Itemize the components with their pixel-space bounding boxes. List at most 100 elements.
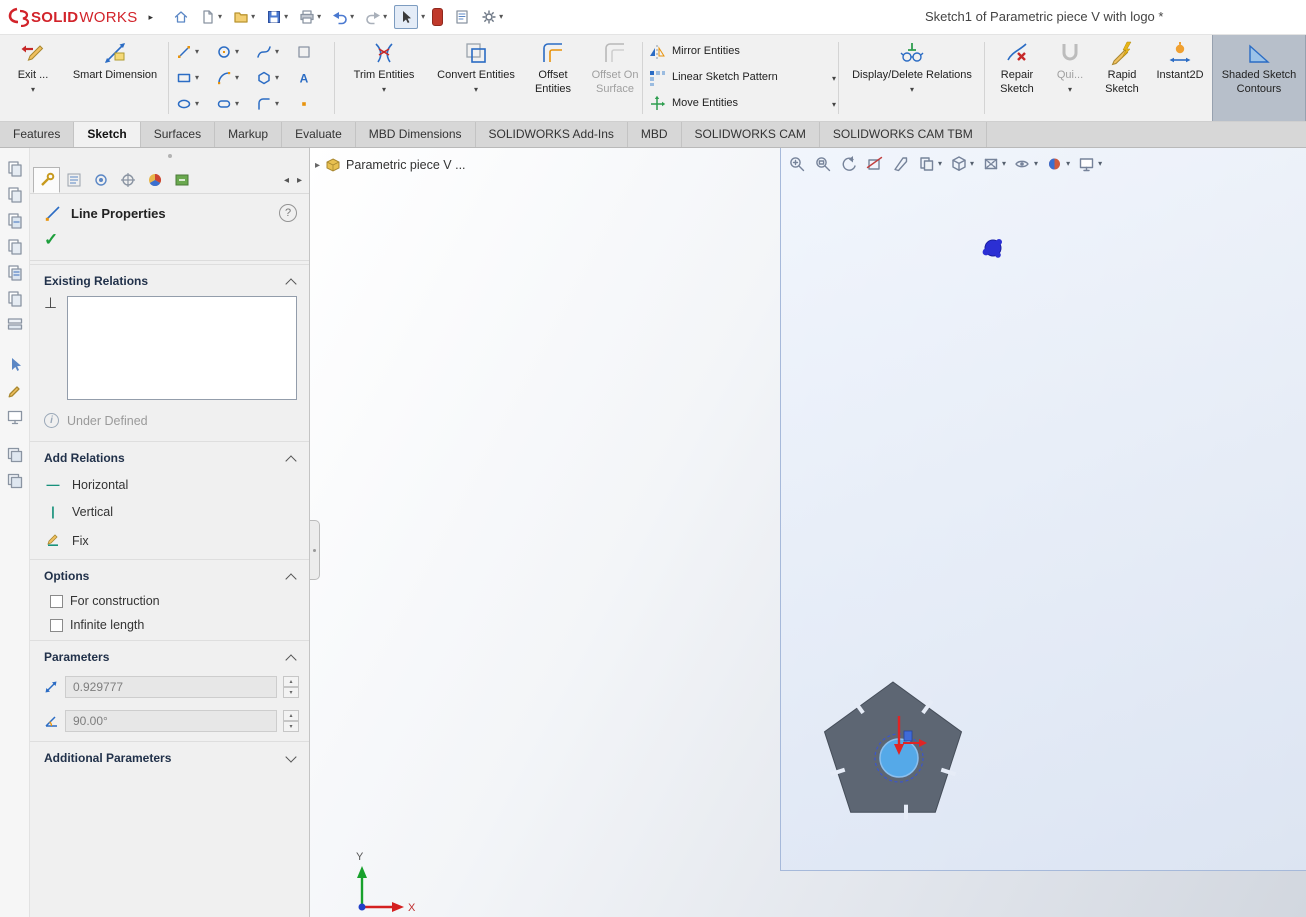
dropdown-icon[interactable]: ▾ — [251, 13, 255, 21]
copy-document-icon[interactable] — [6, 264, 24, 282]
move-entities-button[interactable]: Move Entities ▾ — [648, 91, 836, 117]
tab-sketch[interactable]: Sketch — [74, 122, 141, 147]
open-button[interactable]: ▾ — [229, 5, 259, 29]
relation-vertical-button[interactable]: | Vertical — [30, 498, 309, 525]
dropdown-icon[interactable]: ▾ — [275, 48, 279, 56]
tab-mbd-dimensions[interactable]: MBD Dimensions — [356, 122, 476, 147]
dropdown-icon[interactable]: ▾ — [1066, 160, 1070, 168]
panel-grip[interactable] — [30, 148, 309, 163]
file-properties-button[interactable] — [450, 5, 474, 29]
dropdown-icon[interactable]: ▾ — [1034, 160, 1038, 168]
fillet-tool[interactable]: ▾ — [252, 91, 292, 117]
zoom-to-area-button[interactable] — [814, 155, 832, 173]
copy-document-icon[interactable] — [6, 186, 24, 204]
relation-horizontal-button[interactable]: — Horizontal — [30, 471, 309, 498]
tab-solidworks-add-ins[interactable]: SOLIDWORKS Add-Ins — [476, 122, 628, 147]
rectangle-tool[interactable]: ▾ — [172, 65, 212, 91]
tab-configuration-manager[interactable] — [60, 167, 87, 193]
tab-surfaces[interactable]: Surfaces — [141, 122, 216, 147]
spin-down-icon[interactable]: ▾ — [283, 721, 299, 732]
view-selector-button[interactable]: ▾ — [918, 155, 942, 173]
dropdown-icon[interactable]: ▾ — [195, 74, 199, 82]
sketch-tool[interactable] — [292, 39, 332, 65]
tab-features[interactable]: Features — [0, 122, 75, 147]
copy-document-icon[interactable] — [6, 290, 24, 308]
dropdown-icon[interactable]: ▾ — [832, 100, 836, 109]
stacked-sheets-icon[interactable] — [6, 446, 24, 464]
undo-button[interactable]: ▾ — [328, 5, 358, 29]
previous-view-button[interactable] — [840, 155, 858, 173]
section-additional-parameters[interactable]: Additional Parameters — [30, 741, 309, 771]
dropdown-icon[interactable]: ▾ — [350, 13, 354, 21]
ellipse-tool[interactable]: ▾ — [172, 91, 212, 117]
dropdown-icon[interactable]: ▾ — [499, 13, 503, 21]
copy-document-icon[interactable] — [6, 212, 24, 230]
graphics-viewport[interactable]: Y X ▸ Parametric piece V ... ▾ ▾ ▾ ▾ ▾ ▾ — [310, 148, 1306, 917]
dropdown-icon[interactable]: ▾ — [832, 74, 836, 83]
sketch-point[interactable] — [982, 239, 1002, 258]
tab-mbd[interactable]: MBD — [628, 122, 682, 147]
select-dropdown-icon[interactable]: ▾ — [421, 13, 425, 21]
dropdown-icon[interactable]: ▾ — [195, 100, 199, 108]
view-settings-button[interactable]: ▾ — [1078, 155, 1102, 173]
zoom-to-fit-button[interactable] — [788, 155, 806, 173]
tab-appearances[interactable] — [141, 167, 168, 193]
panel-flyout-handle[interactable] — [310, 520, 320, 580]
smart-dimension-button[interactable]: Smart Dimension — [62, 38, 168, 118]
breadcrumb-text[interactable]: Parametric piece V ... — [346, 158, 466, 172]
save-button[interactable]: ▾ — [262, 5, 292, 29]
infinite-length-option[interactable]: Infinite length — [30, 613, 309, 637]
length-value-field[interactable]: 0.929777 — [65, 676, 277, 698]
new-document-button[interactable]: ▾ — [196, 5, 226, 29]
section-add-relations[interactable]: Add Relations — [30, 441, 309, 471]
dropdown-icon[interactable]: ▾ — [1068, 85, 1072, 94]
spline-tool[interactable]: ▾ — [252, 39, 292, 65]
dropdown-icon[interactable]: ▾ — [31, 85, 35, 94]
infinite-length-checkbox[interactable] — [50, 618, 63, 632]
home-button[interactable] — [169, 5, 193, 29]
quick-snaps-button[interactable]: Qui... ▾ — [1050, 38, 1090, 118]
tab-cam-manager[interactable] — [168, 167, 195, 193]
dropdown-icon[interactable]: ▾ — [284, 13, 288, 21]
tab-display-manager[interactable] — [87, 167, 114, 193]
dropdown-icon[interactable]: ▾ — [275, 100, 279, 108]
tab-markup[interactable]: Markup — [215, 122, 283, 147]
dropdown-icon[interactable]: ▾ — [317, 13, 321, 21]
convert-entities-button[interactable]: Convert Entities ▾ — [432, 38, 520, 118]
relation-fix-button[interactable]: Fix — [30, 525, 309, 556]
tab-solidworks-cam-tbm[interactable]: SOLIDWORKS CAM TBM — [820, 122, 987, 147]
copy-document-icon[interactable] — [6, 238, 24, 256]
panel-tab-prev-icon[interactable]: ◂ — [284, 175, 289, 186]
instant2d-button[interactable]: Instant2D — [1150, 38, 1210, 118]
tab-evaluate[interactable]: Evaluate — [282, 122, 356, 147]
dropdown-icon[interactable]: ▾ — [383, 13, 387, 21]
display-delete-relations-button[interactable]: Display/Delete Relations ▾ — [842, 38, 982, 118]
display-style-button[interactable]: ▾ — [982, 155, 1006, 173]
view-orientation-button[interactable]: ▾ — [950, 155, 974, 173]
print-button[interactable]: ▾ — [295, 5, 325, 29]
for-construction-checkbox[interactable] — [50, 594, 63, 608]
section-options[interactable]: Options — [30, 559, 309, 589]
section-view-button[interactable] — [866, 155, 884, 173]
breadcrumb-arrow-icon[interactable]: ▸ — [315, 160, 320, 171]
tab-solidworks-cam[interactable]: SOLIDWORKS CAM — [682, 122, 820, 147]
dropdown-icon[interactable]: ▾ — [235, 100, 239, 108]
trim-entities-button[interactable]: Trim Entities ▾ — [338, 38, 430, 118]
edit-sketch-icon[interactable] — [6, 382, 24, 400]
mirror-entities-button[interactable]: Mirror Entities — [648, 39, 836, 65]
stacked-sheets-icon[interactable] — [6, 472, 24, 490]
point-tool[interactable] — [292, 91, 332, 117]
dropdown-icon[interactable]: ▾ — [1002, 160, 1006, 168]
tab-property-manager[interactable] — [33, 167, 60, 193]
hide-show-items-button[interactable]: ▾ — [1014, 155, 1038, 173]
display-monitor-icon[interactable] — [6, 408, 24, 426]
logo-expander-icon[interactable]: ▸ — [149, 12, 154, 23]
copy-document-icon[interactable] — [6, 160, 24, 178]
exit-sketch-button[interactable]: Exit ... ▾ — [6, 38, 60, 118]
spin-up-icon[interactable]: ▴ — [283, 710, 299, 721]
arc-tool[interactable]: ▾ — [212, 65, 252, 91]
section-parameters[interactable]: Parameters — [30, 640, 309, 670]
shaded-sketch-contours-button[interactable]: Shaded Sketch Contours — [1212, 35, 1306, 121]
linear-sketch-pattern-button[interactable]: Linear Sketch Pattern ▾ — [648, 65, 836, 91]
dropdown-icon[interactable]: ▾ — [938, 160, 942, 168]
